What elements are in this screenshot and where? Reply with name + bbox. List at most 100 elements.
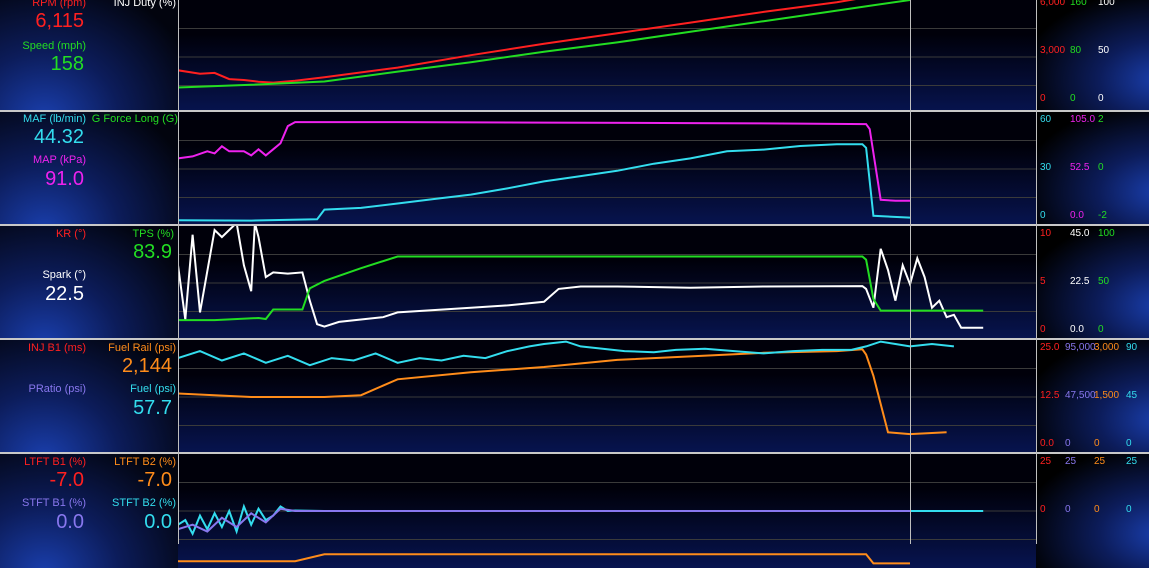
scale-tick-label: 5: [1040, 276, 1046, 287]
scale-tick-label: 90: [1126, 342, 1138, 353]
scale-tick-label: 0.0: [1070, 324, 1084, 335]
scale-tick-label: 105.0: [1070, 114, 1096, 125]
panel-separator: [0, 452, 1149, 454]
series-line-green: [178, 255, 984, 322]
readout-value: 2,144: [121, 355, 172, 377]
readout-label: MAF (lb/min): [23, 113, 86, 125]
gauge-panel-2: MAF (lb/min) 44.32 MAP (kPa) 91.0 G Force Lo…: [0, 112, 1149, 226]
readout-label: Speed (mph): [22, 40, 86, 52]
gauge-panel-4: INJ B1 (ms) Fuel Rail (psi) 2,144 PRatio (p…: [0, 340, 1149, 454]
scale-tick-label: 0: [1094, 438, 1100, 449]
readout-label: LTFT B2 (%): [114, 456, 176, 468]
readout-label: RPM (rpm): [32, 0, 86, 9]
readout-label: INJ B1 (ms): [27, 342, 86, 354]
cursor-line: [910, 0, 911, 544]
scale-tick-label: 0: [1040, 210, 1046, 221]
panel-separator: [0, 110, 1149, 112]
scale-tick-label: 25: [1126, 456, 1138, 467]
readout-value: 0.0: [144, 511, 172, 533]
scale-tick-label: 50: [1098, 276, 1110, 287]
scale-area: 10 45.0 100 5 22.5 50 0 0.0 0: [1036, 226, 1149, 340]
plot-area: [178, 340, 1036, 454]
scale-tick-label: 12.5: [1040, 390, 1060, 401]
scale-tick-label: 3,000: [1040, 45, 1066, 56]
scale-tick-label: 0: [1040, 93, 1046, 104]
readout-label: KR (°): [55, 228, 86, 240]
readout-value: 22.5: [45, 283, 84, 305]
readout-value: 44.32: [33, 126, 84, 148]
scale-tick-label: 0: [1126, 438, 1132, 449]
scale-tick-label: 0: [1098, 93, 1104, 104]
panel-separator: [0, 224, 1149, 226]
gauge-panel-5: LTFT B1 (%) -7.0 LTFT B2 (%) -7.0 STFT B1 (%…: [0, 454, 1149, 568]
readout-label: STFT B2 (%): [112, 497, 176, 509]
readout-value: 57.7: [133, 397, 172, 419]
chart-svg: [178, 482, 1036, 565]
series-line-cyan: [178, 143, 911, 222]
scale-tick-label: 80: [1070, 45, 1082, 56]
scale-tick-label: 47,500: [1065, 390, 1096, 401]
readout-value: -7.0: [137, 469, 172, 491]
series-line-magenta: [178, 121, 910, 202]
scale-tick-label: 100: [1098, 228, 1115, 239]
readout-label: LTFT B1 (%): [24, 456, 86, 468]
chart-svg: [178, 0, 1036, 89]
scale-area: 6,000 160 100 3,000 80 50 0 0 0: [1036, 0, 1149, 114]
scale-tick-label: -2: [1098, 210, 1107, 221]
scale-tick-label: 45: [1126, 390, 1138, 401]
scale-tick-label: 25: [1065, 456, 1077, 467]
scale-tick-label: 3,000: [1094, 342, 1120, 353]
readout-area: KR (°) TPS (%) 83.9 Spark (°) 22.5: [0, 226, 178, 340]
readout-area: INJ B1 (ms) Fuel Rail (psi) 2,144 PRatio (p…: [0, 340, 178, 454]
readout-area: LTFT B1 (%) -7.0 LTFT B2 (%) -7.0 STFT B1 (%…: [0, 454, 178, 568]
series-line-orange: [178, 553, 910, 565]
gauge-panel-1: RPM (rpm) 6,115 Speed (mph) 158 INJ Duty (%)…: [0, 0, 1149, 114]
readout-value: 0.0: [56, 511, 84, 533]
readout-value: 83.9: [133, 241, 172, 263]
scale-tick-label: 0: [1094, 504, 1100, 515]
scale-tick-label: 60: [1040, 114, 1052, 125]
readout-value: -7.0: [49, 469, 84, 491]
scale-tick-label: 0.0: [1040, 438, 1054, 449]
scale-tick-label: 0.0: [1070, 210, 1084, 221]
readout-area: RPM (rpm) 6,115 Speed (mph) 158 INJ Duty (%): [0, 0, 178, 114]
scale-tick-label: 25: [1040, 456, 1052, 467]
cursor-line: [178, 0, 179, 544]
series-line-cyan: [178, 340, 955, 367]
scale-area: 60 105.0 2 30 52.5 0 0 0.0 -2: [1036, 112, 1149, 226]
scale-tick-label: 1,500: [1094, 390, 1120, 401]
scale-tick-label: 22.5: [1070, 276, 1090, 287]
readout-value: 158: [50, 53, 84, 75]
series-line-red: [178, 0, 857, 84]
cursor-line: [1036, 0, 1037, 544]
readout-label: TPS (%): [132, 228, 174, 240]
series-line-purple: [178, 507, 910, 533]
scale-tick-label: 50: [1098, 45, 1110, 56]
panel-separator: [0, 338, 1149, 340]
scale-tick-label: 6,000: [1040, 0, 1066, 8]
plot-area: [178, 0, 1036, 114]
readout-label: Fuel (psi): [130, 383, 176, 395]
scale-tick-label: 52.5: [1070, 162, 1090, 173]
readout-label: Spark (°): [42, 269, 86, 281]
scale-tick-label: 30: [1040, 162, 1052, 173]
scale-area: 25 25 25 25 0 0 0 0: [1036, 454, 1149, 568]
gauge-panel-3: KR (°) TPS (%) 83.9 Spark (°) 22.5 10 45.0 100 5…: [0, 226, 1149, 340]
scale-tick-label: 0: [1098, 324, 1104, 335]
scale-tick-label: 2: [1098, 114, 1104, 125]
scale-tick-label: 25.0: [1040, 342, 1060, 353]
readout-value: 91.0: [45, 168, 84, 190]
scale-tick-label: 0: [1126, 504, 1132, 515]
chart-svg: [178, 121, 1036, 222]
readout-label: INJ Duty (%): [113, 0, 176, 9]
plot-area: [178, 112, 1036, 226]
series-line-white: [178, 226, 984, 329]
scale-tick-label: 25: [1094, 456, 1106, 467]
chart-svg: [178, 226, 1036, 329]
chart-svg: [178, 340, 1036, 436]
scale-tick-label: 160: [1070, 0, 1087, 8]
scale-tick-label: 0: [1040, 504, 1046, 515]
scale-tick-label: 100: [1098, 0, 1115, 8]
plot-area: [178, 226, 1036, 340]
readout-label: PRatio (psi): [28, 383, 86, 395]
